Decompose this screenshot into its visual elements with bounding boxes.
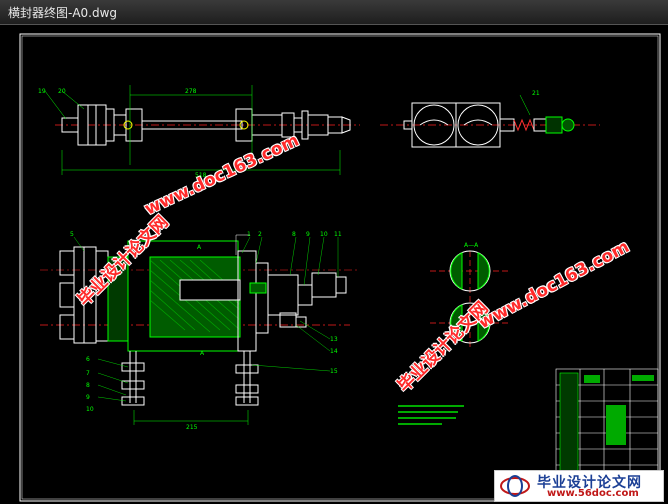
label-7: 7 [86,370,90,377]
label-15: 15 [330,368,338,375]
side-view [380,94,600,148]
window-titlebar: 横封器终图-A0.dwg [0,0,668,25]
label-6: 6 [86,356,90,363]
label-section-aa: A—A [464,242,479,249]
label-5: 5 [70,231,74,238]
label-10b: 10 [86,406,94,413]
top-view [44,85,360,175]
part-num-20: 20 [58,88,66,95]
label-10: 10 [320,231,328,238]
label-11: 11 [334,231,342,238]
label-8: 8 [292,231,296,238]
drawing-canvas[interactable]: 278 518 19 20 21 215 5 1 2 8 9 10 11 6 7… [0,25,668,504]
part-num-19: 19 [38,88,46,95]
label-8b: 8 [86,382,90,389]
dim-bottom-width: 215 [186,424,198,431]
window-title: 横封器终图-A0.dwg [8,6,118,20]
technical-notes [398,405,464,425]
label-section-a-top: A [197,244,202,251]
label-9: 9 [306,231,310,238]
label-9b: 9 [86,394,90,401]
dim-top-width: 278 [185,88,197,95]
label-13: 13 [330,336,338,343]
site-logo: 毕业设计论文网 www.56doc.com [494,470,664,502]
label-2: 2 [258,231,262,238]
label-1: 1 [247,231,251,238]
part-num-21: 21 [532,90,540,97]
label-14: 14 [330,348,338,355]
logo-url-text: www.56doc.com [547,488,639,499]
logo-mark-icon [500,475,530,497]
